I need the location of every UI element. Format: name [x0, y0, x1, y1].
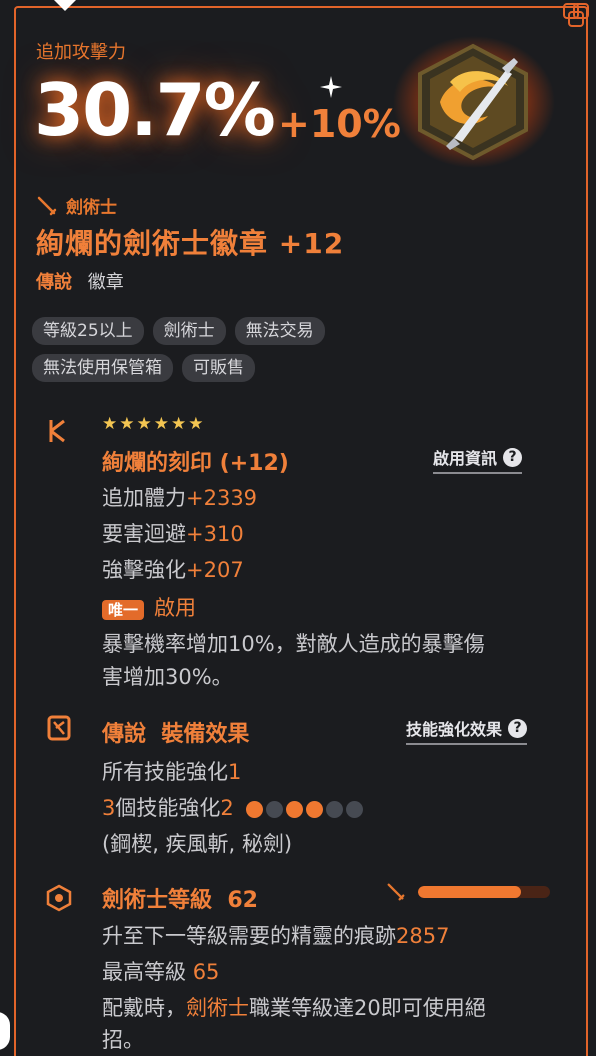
- corner-knot-icon: [563, 3, 589, 27]
- stat-name: 要害迴避: [102, 522, 186, 546]
- skill-dots: [246, 800, 364, 818]
- stat-bonus: +10%: [278, 102, 401, 146]
- three-skills-text: 個技能強化: [115, 796, 221, 820]
- level-progress: [386, 882, 550, 902]
- question-icon: ?: [503, 447, 523, 467]
- equip-effect-title: 傳說 裝備效果: [102, 716, 249, 748]
- emblem-icon[interactable]: [410, 42, 536, 162]
- stat-row-stamina: 追加體力+2339: [102, 482, 257, 512]
- skills-list: (鋼楔, 疾風斬, 秘劍): [102, 832, 293, 856]
- rarity-line: 傳說 徽章: [36, 268, 124, 294]
- item-name: 絢爛的劍術士徽章 +12: [36, 227, 345, 260]
- skill-dot: [326, 800, 344, 818]
- sword-icon: [387, 883, 405, 901]
- class-level-title: 劍術士等級 62: [102, 882, 258, 914]
- next-level-row: 升至下一等級需要的精靈的痕跡2857: [102, 920, 449, 950]
- activation-info-label: 啟用資訊: [433, 449, 498, 468]
- class-level-label: 劍術士等級: [102, 888, 213, 913]
- next-level-value: 2857: [396, 924, 450, 948]
- equip-note-suffix: 職業等級達20即可使用絕: [249, 996, 486, 1020]
- next-level-text: 升至下一等級需要的精靈的痕跡: [102, 924, 396, 948]
- equip-note-1: 配戴時，劍術士職業等級達20即可使用絕: [102, 992, 486, 1022]
- all-skills-row: 所有技能強化1: [102, 756, 241, 786]
- sparkle-icon: [320, 76, 342, 98]
- frame-notch-icon: [54, 0, 76, 11]
- three-skills-value: 2: [220, 796, 234, 820]
- unique-row: 唯一 啟用: [102, 592, 196, 622]
- engraving-icon: [49, 419, 65, 443]
- item-class-label: 劍術士: [66, 198, 117, 218]
- tag-untradable: 無法交易: [234, 317, 325, 345]
- stat-row-evasion: 要害迴避+310: [102, 518, 244, 548]
- equip-note-prefix: 配戴時，: [102, 996, 186, 1020]
- tag-sellable: 可販售: [182, 354, 255, 382]
- item-tooltip-card: 追加攻擊力 30.7% +10% 劍術士 絢爛的劍術士徽章 +12 傳說 徽章 …: [0, 0, 596, 1056]
- stat-amount: +2339: [186, 486, 258, 510]
- skill-count: 3: [102, 796, 116, 820]
- equip-effect-label: 裝備效果: [161, 722, 250, 747]
- all-skills-value: 1: [228, 760, 242, 784]
- three-skills-row: 3個技能強化2: [102, 792, 364, 822]
- stat-name: 追加體力: [102, 486, 186, 510]
- stat-amount: +207: [186, 558, 244, 582]
- stat-value: 30.7%: [34, 68, 276, 152]
- tag-level: 等級25以上: [32, 317, 144, 345]
- stat-label: 追加攻擊力: [36, 42, 126, 63]
- equip-effect-rarity: 傳說: [102, 722, 147, 747]
- skill-dot: [346, 800, 364, 818]
- item-rarity: 傳說: [36, 272, 72, 293]
- equip-note-class: 劍術士: [186, 996, 249, 1020]
- stat-row-strike: 強擊強化+207: [102, 554, 244, 584]
- legend-icon: [47, 715, 71, 741]
- stat-amount: +310: [186, 522, 244, 546]
- sword-icon: [37, 196, 57, 215]
- engraving-title: 絢爛的刻印 (+12): [102, 451, 289, 476]
- stat-name: 強擊強化: [102, 558, 186, 582]
- engraving-desc-2: 害增加30%。: [102, 665, 233, 689]
- skill-dot: [266, 800, 284, 818]
- tag-class: 劍術士: [152, 317, 226, 345]
- skill-dot: [286, 800, 304, 818]
- level-progress-fill: [418, 886, 521, 898]
- class-level-value: 62: [227, 888, 258, 913]
- skill-dot: [246, 800, 264, 818]
- max-level-row: 最高等級 65: [102, 956, 219, 986]
- skill-enhance-label: 技能強化效果: [406, 720, 503, 739]
- all-skills-text: 所有技能強化: [102, 760, 228, 784]
- tag-list: 等級25以上 劍術士 無法交易 無法使用保管箱 可販售: [32, 317, 412, 382]
- tag-no-storage: 無法使用保管箱: [32, 354, 173, 382]
- item-class-line: 劍術士: [36, 193, 117, 218]
- activation-info-button[interactable]: 啟用資訊 ?: [433, 445, 523, 474]
- skill-dot: [306, 800, 324, 818]
- class-level-icon: [46, 884, 72, 912]
- engraving-desc-1: 暴擊機率增加10%，對敵人造成的暴擊傷: [102, 632, 485, 656]
- skill-enhance-button[interactable]: 技能強化效果 ?: [406, 716, 528, 745]
- scroll-edge: [0, 1012, 10, 1050]
- max-level-text: 最高等級: [102, 960, 186, 984]
- max-level-value: 65: [192, 960, 220, 984]
- level-progress-bar: [418, 886, 550, 898]
- unique-badge: 唯一: [102, 600, 145, 620]
- question-icon: ?: [508, 718, 528, 738]
- item-kind: 徽章: [87, 272, 124, 293]
- unique-label: 啟用: [154, 596, 197, 620]
- star-rating: ★★★★★★: [102, 414, 206, 434]
